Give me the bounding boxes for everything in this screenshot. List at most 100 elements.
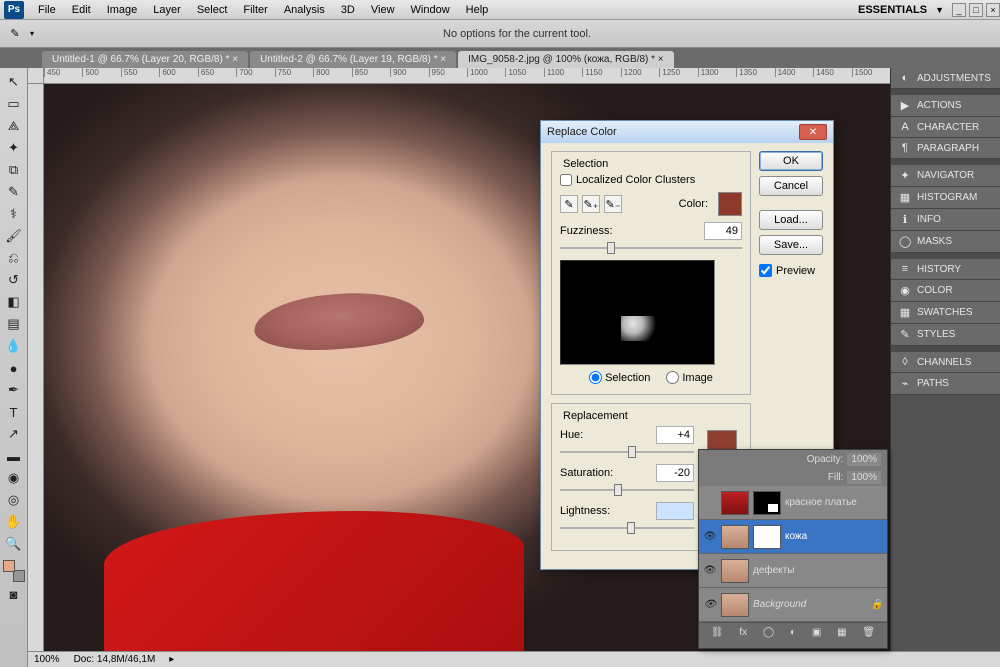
menu-layer[interactable]: Layer: [145, 2, 189, 18]
trash-icon[interactable]: 🗑: [862, 627, 875, 638]
layer-thumbnail[interactable]: [721, 491, 749, 515]
menu-help[interactable]: Help: [458, 2, 497, 18]
blur-tool[interactable]: 💧: [3, 336, 25, 356]
panel-actions[interactable]: ▶ACTIONS: [891, 95, 1000, 117]
lightness-slider[interactable]: [560, 522, 694, 534]
panel-history[interactable]: ≡HISTORY: [891, 259, 1000, 280]
eyedropper-plus-icon[interactable]: ✎₊: [582, 195, 600, 213]
shape-tool[interactable]: ▬: [3, 446, 25, 466]
visibility-icon[interactable]: 👁: [703, 564, 717, 578]
3d-cam-tool[interactable]: ◎: [3, 490, 25, 510]
chevron-right-icon[interactable]: ▸: [169, 654, 174, 665]
crop-tool[interactable]: ⧉: [3, 160, 25, 180]
pen-tool[interactable]: ✒: [3, 380, 25, 400]
panel-channels[interactable]: ◊CHANNELS: [891, 352, 1000, 373]
load-button[interactable]: Load...: [759, 210, 823, 230]
ok-button[interactable]: OK: [759, 151, 823, 171]
link-icon[interactable]: ⛓: [711, 627, 724, 638]
ruler-vertical[interactable]: [28, 84, 44, 651]
saturation-slider[interactable]: [560, 484, 694, 496]
menu-edit[interactable]: Edit: [64, 2, 99, 18]
history-brush-tool[interactable]: ↺: [3, 270, 25, 290]
stamp-tool[interactable]: ⎌: [3, 248, 25, 268]
visibility-icon[interactable]: 👁: [703, 530, 717, 544]
panel-color[interactable]: ◉COLOR: [891, 280, 1000, 302]
panel-character[interactable]: ACHARACTER: [891, 117, 1000, 138]
panel-adjustments[interactable]: ◐ADJUSTMENTS: [891, 68, 1000, 89]
hue-slider[interactable]: [560, 446, 694, 458]
panel-navigator[interactable]: ✦NAVIGATOR: [891, 165, 1000, 187]
layer-row[interactable]: 👁дефекты: [699, 554, 887, 588]
adjustment-icon[interactable]: ◐: [790, 627, 796, 638]
menu-window[interactable]: Window: [403, 2, 458, 18]
eyedropper-icon[interactable]: ✎: [560, 195, 578, 213]
hue-input[interactable]: [656, 426, 694, 444]
marquee-tool[interactable]: ▭: [3, 94, 25, 114]
lightness-input[interactable]: [656, 502, 694, 520]
lasso-tool[interactable]: ⟁: [3, 116, 25, 136]
menu-3d[interactable]: 3D: [333, 2, 363, 18]
opacity-value[interactable]: 100%: [847, 453, 881, 466]
panel-paragraph[interactable]: ¶PARAGRAPH: [891, 138, 1000, 159]
dodge-tool[interactable]: ●: [3, 358, 25, 378]
dialog-titlebar[interactable]: Replace Color ✕: [541, 121, 833, 143]
document-tab[interactable]: IMG_9058-2.jpg @ 100% (кожа, RGB/8) * ×: [458, 51, 673, 68]
mask-icon[interactable]: ◯: [763, 627, 774, 638]
panel-histogram[interactable]: ▦HISTOGRAM: [891, 187, 1000, 209]
folder-icon[interactable]: ▣: [812, 627, 821, 638]
selection-radio[interactable]: [589, 371, 602, 384]
menu-file[interactable]: File: [30, 2, 64, 18]
new-layer-icon[interactable]: ▦: [837, 627, 846, 638]
layer-row[interactable]: 👁кожа: [699, 520, 887, 554]
move-tool[interactable]: ↖: [3, 72, 25, 92]
panel-info[interactable]: ℹINFO: [891, 209, 1000, 231]
fg-bg-colors[interactable]: [3, 560, 25, 582]
eraser-tool[interactable]: ◧: [3, 292, 25, 312]
wand-tool[interactable]: ✦: [3, 138, 25, 158]
mask-thumbnail[interactable]: [753, 525, 781, 549]
fuzziness-input[interactable]: [704, 222, 742, 240]
zoom-tool[interactable]: 🔍: [3, 534, 25, 554]
image-radio[interactable]: [666, 371, 679, 384]
hand-tool[interactable]: ✋: [3, 512, 25, 532]
cancel-button[interactable]: Cancel: [759, 176, 823, 196]
ruler-horizontal[interactable]: 4505005506006507007508008509009501000105…: [44, 68, 890, 84]
localized-clusters-checkbox[interactable]: [560, 174, 572, 186]
visibility-icon[interactable]: [703, 496, 717, 510]
menu-image[interactable]: Image: [99, 2, 146, 18]
chevron-down-icon[interactable]: ▾: [30, 29, 34, 38]
layer-thumbnail[interactable]: [721, 559, 749, 583]
menu-analysis[interactable]: Analysis: [276, 2, 333, 18]
path-tool[interactable]: ↗: [3, 424, 25, 444]
fx-icon[interactable]: fx: [739, 627, 747, 638]
panel-swatches[interactable]: ▦SWATCHES: [891, 302, 1000, 324]
eyedropper-minus-icon[interactable]: ✎₋: [604, 195, 622, 213]
close-icon[interactable]: ✕: [799, 124, 827, 140]
save-button[interactable]: Save...: [759, 235, 823, 255]
workspace-switcher[interactable]: ESSENTIALS: [850, 2, 935, 18]
preview-checkbox[interactable]: [759, 264, 772, 277]
panel-paths[interactable]: ⌁PATHS: [891, 373, 1000, 395]
quickmask-toggle[interactable]: ◙: [3, 584, 25, 604]
mask-thumbnail[interactable]: [753, 491, 781, 515]
layer-thumbnail[interactable]: [721, 593, 749, 617]
saturation-input[interactable]: [656, 464, 694, 482]
fuzziness-slider[interactable]: [560, 242, 742, 254]
layer-thumbnail[interactable]: [721, 525, 749, 549]
zoom-level[interactable]: 100%: [34, 654, 60, 665]
minimize-button[interactable]: _: [952, 3, 966, 17]
layer-row[interactable]: 👁Background🔒: [699, 588, 887, 622]
selection-color-swatch[interactable]: [718, 192, 742, 216]
menu-view[interactable]: View: [363, 2, 403, 18]
heal-tool[interactable]: ⚕: [3, 204, 25, 224]
document-tab[interactable]: Untitled-1 @ 66.7% (Layer 20, RGB/8) * ×: [42, 51, 248, 68]
panel-styles[interactable]: ✎STYLES: [891, 324, 1000, 346]
maximize-button[interactable]: □: [969, 3, 983, 17]
panel-masks[interactable]: ◯MASKS: [891, 231, 1000, 253]
chevron-down-icon[interactable]: ▼: [935, 5, 944, 15]
3d-tool[interactable]: ◉: [3, 468, 25, 488]
eyedropper-tool[interactable]: ✎: [3, 182, 25, 202]
brush-tool[interactable]: 🖌: [3, 226, 25, 246]
menu-select[interactable]: Select: [189, 2, 236, 18]
gradient-tool[interactable]: ▤: [3, 314, 25, 334]
